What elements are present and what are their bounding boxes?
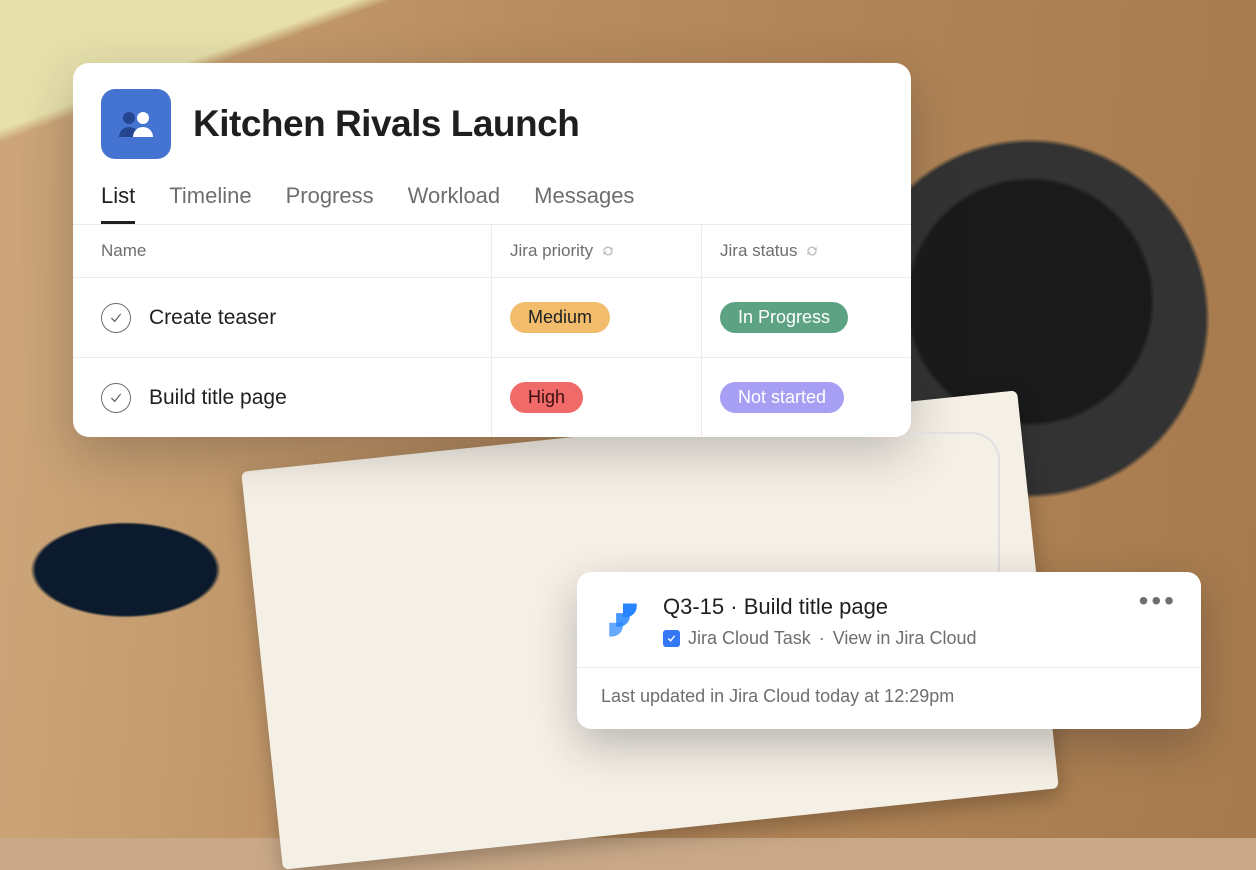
people-icon — [116, 109, 156, 139]
detail-title: Q3-15 · Build title page — [663, 594, 1121, 620]
status-pill: Not started — [720, 382, 844, 413]
sync-icon — [805, 244, 819, 258]
column-header-priority-label: Jira priority — [510, 241, 593, 261]
task-row[interactable]: Build title page — [73, 357, 491, 437]
complete-checkbox[interactable] — [101, 303, 131, 333]
detail-type-label: Jira Cloud Task — [688, 628, 811, 649]
column-header-priority[interactable]: Jira priority — [491, 224, 701, 277]
tab-timeline[interactable]: Timeline — [169, 183, 251, 224]
task-name: Build title page — [149, 386, 287, 410]
project-card: Kitchen Rivals Launch List Timeline Prog… — [73, 63, 911, 437]
checkmark-icon — [108, 310, 124, 326]
project-tabs: List Timeline Progress Workload Messages — [73, 159, 911, 224]
project-icon — [101, 89, 171, 159]
detail-issue-name: Build title page — [744, 594, 888, 619]
project-title: Kitchen Rivals Launch — [193, 103, 579, 145]
complete-checkbox[interactable] — [101, 383, 131, 413]
connector-line — [910, 432, 1000, 582]
priority-pill: Medium — [510, 302, 610, 333]
task-type-checkbox-icon — [663, 630, 680, 647]
task-priority-cell[interactable]: Medium — [491, 277, 701, 357]
column-header-name-label: Name — [101, 241, 146, 261]
column-header-status[interactable]: Jira status — [701, 224, 911, 277]
detail-footer: Last updated in Jira Cloud today at 12:2… — [577, 667, 1201, 729]
jira-logo-icon — [601, 594, 645, 649]
priority-pill: High — [510, 382, 583, 413]
jira-detail-card: Q3-15 · Build title page Jira Cloud Task… — [577, 572, 1201, 729]
detail-issue-id: Q3-15 — [663, 594, 724, 619]
separator: · — [819, 628, 825, 649]
tab-progress[interactable]: Progress — [286, 183, 374, 224]
task-table: Name Jira priority Jira status Create te… — [73, 224, 911, 437]
task-status-cell[interactable]: Not started — [701, 357, 911, 437]
tab-list[interactable]: List — [101, 183, 135, 224]
view-in-jira-link[interactable]: View in Jira Cloud — [833, 628, 977, 649]
task-row[interactable]: Create teaser — [73, 277, 491, 357]
tab-messages[interactable]: Messages — [534, 183, 634, 224]
more-actions-button[interactable]: ••• — [1139, 594, 1177, 649]
separator: · — [724, 594, 744, 619]
column-header-name[interactable]: Name — [73, 224, 491, 277]
status-pill: In Progress — [720, 302, 848, 333]
tab-workload[interactable]: Workload — [408, 183, 501, 224]
task-name: Create teaser — [149, 306, 276, 330]
checkmark-icon — [108, 390, 124, 406]
column-header-status-label: Jira status — [720, 241, 797, 261]
project-header: Kitchen Rivals Launch — [73, 63, 911, 159]
sync-icon — [601, 244, 615, 258]
task-status-cell[interactable]: In Progress — [701, 277, 911, 357]
task-priority-cell[interactable]: High — [491, 357, 701, 437]
